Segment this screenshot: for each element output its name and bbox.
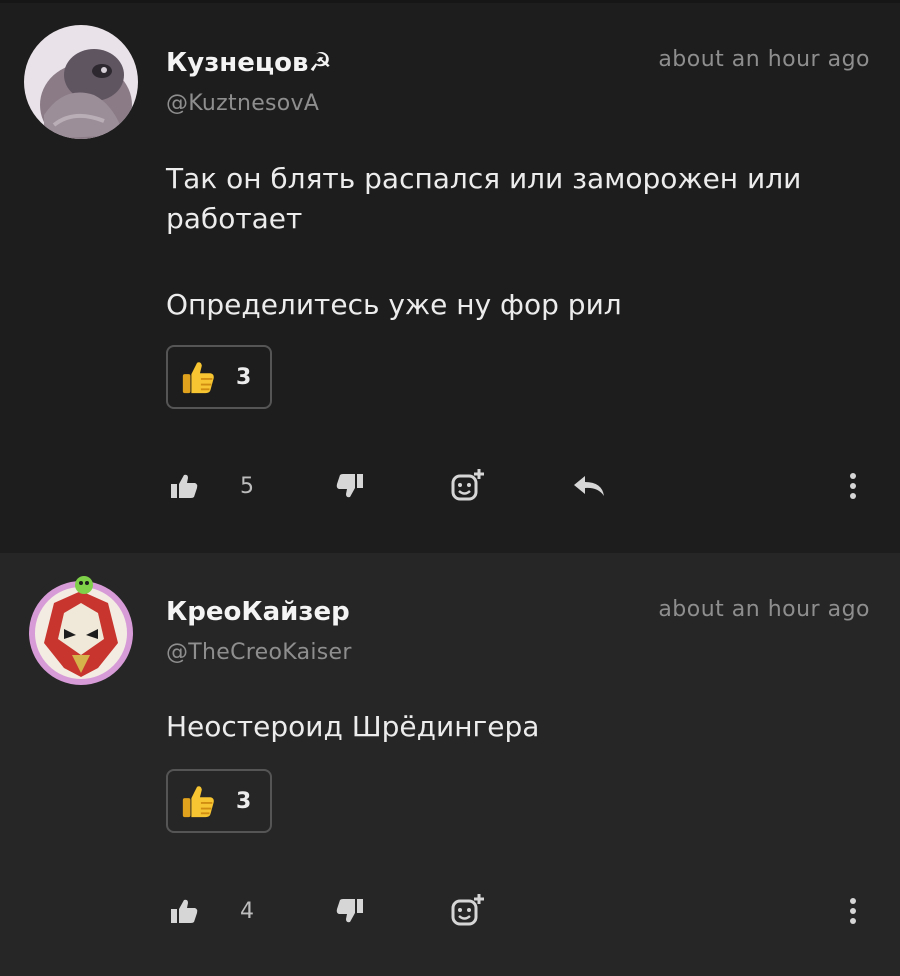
thumbs-up-icon (171, 899, 198, 923)
comment-actions: 5 (0, 466, 900, 506)
author-handle[interactable]: @KuztnesovA (166, 91, 319, 116)
reaction-count: 3 (236, 788, 252, 814)
reply-icon (574, 476, 604, 496)
dislike-button[interactable] (336, 891, 364, 931)
add-reaction-button[interactable] (450, 466, 486, 506)
user-avatar[interactable] (24, 25, 138, 139)
reply-button[interactable] (572, 466, 606, 506)
add-emoji-icon (451, 469, 484, 501)
thumbs-down-icon (336, 474, 363, 498)
author-handle[interactable]: @TheCreoKaiser (166, 640, 352, 665)
comment-2: КреоКайзер @TheCreoKaiser about an hour … (0, 553, 900, 976)
timestamp: about an hour ago (658, 597, 870, 622)
like-button[interactable]: 5 (170, 466, 254, 506)
more-options-button[interactable] (846, 891, 860, 931)
reaction-count: 3 (236, 364, 252, 390)
more-options-button[interactable] (846, 466, 860, 506)
author-name[interactable]: Кузнецов☭ (166, 48, 332, 78)
more-vertical-icon (850, 473, 856, 499)
thumbs-down-icon (336, 899, 363, 923)
comment-paragraph: Определитесь уже ну фор рил (166, 288, 622, 321)
thumbs-up-emoji-icon (182, 786, 214, 818)
reaction-chip[interactable]: 3 (166, 769, 272, 833)
add-reaction-button[interactable] (450, 891, 486, 931)
timestamp: about an hour ago (658, 47, 870, 72)
user-avatar[interactable] (24, 573, 138, 687)
comment-paragraph: Неостероид Шрёдингера (166, 710, 540, 743)
add-emoji-icon (451, 894, 484, 926)
thumbs-up-icon (171, 474, 198, 498)
more-vertical-icon (850, 898, 856, 924)
reaction-chip[interactable]: 3 (166, 345, 272, 409)
comment-paragraph: Так он блять распался или заморожен или … (166, 162, 802, 235)
dislike-button[interactable] (336, 466, 364, 506)
comment-1: Кузнецов☭ @KuztnesovA about an hour ago … (0, 0, 900, 553)
thumbs-up-emoji-icon (182, 362, 214, 394)
like-button[interactable]: 4 (170, 891, 254, 931)
comment-actions: 4 (0, 891, 900, 931)
like-count: 4 (240, 898, 254, 924)
like-count: 5 (240, 473, 254, 499)
author-name[interactable]: КреоКайзер (166, 597, 350, 627)
